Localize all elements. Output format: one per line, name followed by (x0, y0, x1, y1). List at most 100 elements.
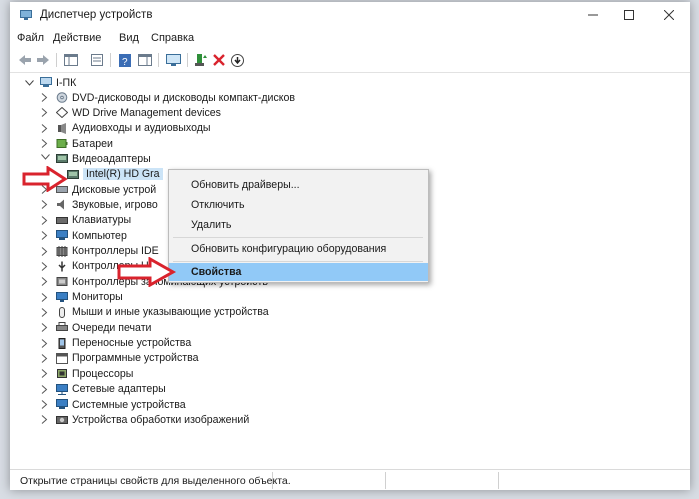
chevron-right-icon[interactable] (40, 93, 50, 103)
computer-icon (56, 230, 68, 241)
chevron-right-icon[interactable] (40, 338, 50, 348)
category-item[interactable]: Аудиовходы и аудиовыходы (40, 121, 211, 136)
category-item[interactable]: WD Drive Management devices (40, 105, 221, 120)
category-label: DVD-дисководы и дисководы компакт-дисков (72, 91, 296, 104)
chevron-right-icon[interactable] (40, 307, 50, 317)
tree-root[interactable]: I-ПК (24, 75, 76, 90)
category-item[interactable]: Системные устройства (40, 397, 186, 412)
chevron-right-icon[interactable] (40, 384, 50, 394)
chevron-right-icon[interactable] (40, 369, 50, 379)
chevron-right-icon[interactable] (40, 292, 50, 302)
menu-item-scan-hardware[interactable]: Обновить конфигурацию оборудования (169, 239, 428, 259)
chevron-right-icon[interactable] (40, 261, 50, 271)
category-item[interactable]: DVD-дисководы и дисководы компакт-дисков (40, 90, 295, 105)
status-text: Открытие страницы свойств для выделенног… (20, 475, 291, 487)
category-item[interactable]: Очереди печати (40, 320, 151, 335)
monitor-icon (56, 291, 68, 303)
menu-action[interactable]: Действие (53, 32, 101, 44)
storage-controller-icon (56, 276, 68, 287)
category-item[interactable]: Устройства обработки изображений (40, 412, 249, 427)
category-label: Батареи (72, 137, 113, 150)
portable-device-icon (56, 337, 68, 349)
category-label: Видеоадаптеры (72, 152, 151, 165)
chevron-right-icon[interactable] (40, 200, 50, 210)
chevron-right-icon[interactable] (40, 231, 50, 241)
menu-item-properties[interactable]: Свойства (169, 263, 428, 281)
chevron-down-icon[interactable] (40, 154, 50, 164)
menu-item-scan-hardware-label: Обновить конфигурацию оборудования (191, 243, 387, 255)
menu-file[interactable]: Файл (17, 32, 44, 44)
chevron-right-icon[interactable] (40, 277, 50, 287)
category-label: Сетевые адаптеры (72, 383, 166, 396)
menu-bar: Файл Действие Вид Справка (10, 28, 690, 48)
chevron-right-icon[interactable] (40, 215, 50, 225)
red-arrow-annotation-device (22, 166, 68, 192)
tree-root-label: I-ПК (56, 76, 77, 89)
close-button[interactable] (650, 2, 688, 28)
scan-hardware-button[interactable] (164, 51, 182, 69)
category-label: Очереди печати (72, 321, 152, 334)
device-label: Intel(R) HD Gra (83, 168, 163, 181)
forward-button[interactable] (34, 51, 52, 69)
update-driver-icon (195, 54, 207, 66)
category-item[interactable]: Батареи (40, 136, 113, 151)
category-label: Мыши и иные указывающие устройства (72, 306, 269, 319)
menu-view[interactable]: Вид (119, 32, 139, 44)
action-pane-button[interactable] (136, 51, 154, 69)
category-item[interactable]: Программные устройства (40, 351, 199, 366)
menu-item-disable[interactable]: Отключить (169, 195, 428, 215)
network-adapter-icon (56, 383, 68, 395)
category-label: Мониторы (72, 291, 123, 304)
console-tree-icon (64, 54, 78, 66)
help-toolbar-button[interactable]: ? (116, 51, 134, 69)
menu-item-update-driver[interactable]: Обновить драйверы... (169, 175, 428, 195)
chevron-right-icon[interactable] (40, 246, 50, 256)
update-driver-button[interactable] (192, 51, 210, 69)
category-item[interactable]: Звуковые, игрово (40, 197, 158, 212)
chevron-right-icon[interactable] (40, 139, 50, 149)
enable-device-button[interactable] (228, 51, 246, 69)
device-item[interactable]: Intel(R) HD Gra (67, 167, 163, 182)
category-item[interactable]: Мыши и иные указывающие устройства (40, 305, 269, 320)
menu-help[interactable]: Справка (151, 32, 194, 44)
chevron-right-icon[interactable] (40, 123, 50, 133)
category-label: Переносные устройства (72, 337, 192, 350)
menu-item-properties-label: Свойства (191, 266, 242, 278)
title-bar: Диспетчер устройств (10, 2, 690, 28)
red-x-icon (213, 54, 225, 66)
uninstall-device-button[interactable] (210, 51, 228, 69)
minimize-button[interactable] (574, 2, 612, 28)
status-bar: Открытие страницы свойств для выделенног… (10, 469, 690, 490)
down-arrow-circle-icon (230, 53, 244, 67)
menu-item-uninstall[interactable]: Удалить (169, 215, 428, 235)
back-button[interactable] (16, 51, 34, 69)
category-item[interactable]: Сетевые адаптеры (40, 382, 166, 397)
category-label: Дисковые устрой (72, 183, 157, 196)
category-item[interactable]: Мониторы (40, 290, 123, 305)
imaging-device-icon (56, 414, 68, 425)
status-divider (272, 472, 273, 489)
chevron-down-icon[interactable] (24, 78, 34, 88)
chevron-right-icon[interactable] (40, 108, 50, 118)
category-item[interactable]: Процессоры (40, 366, 133, 381)
window-title: Диспетчер устройств (40, 9, 153, 21)
toolbar: ? (10, 48, 690, 73)
show-hide-console-tree-button[interactable] (62, 51, 80, 69)
computer-icon (40, 77, 52, 88)
maximize-button[interactable] (610, 2, 648, 28)
properties-toolbar-button[interactable] (88, 51, 106, 69)
chevron-right-icon[interactable] (40, 400, 50, 410)
chevron-right-icon[interactable] (40, 353, 50, 363)
red-arrow-annotation-properties (117, 257, 177, 287)
category-label: Программные устройства (72, 352, 199, 365)
category-item[interactable]: Видеоадаптеры (40, 151, 151, 166)
category-label: Компьютер (72, 229, 127, 242)
chevron-right-icon[interactable] (40, 323, 50, 333)
help-icon: ? (119, 53, 131, 67)
category-item[interactable]: Компьютер (40, 228, 127, 243)
category-item[interactable]: Клавиатуры (40, 213, 131, 228)
battery-icon (56, 138, 68, 149)
chevron-right-icon[interactable] (40, 415, 50, 425)
keyboard-icon (56, 215, 68, 226)
category-item[interactable]: Переносные устройства (40, 336, 191, 351)
